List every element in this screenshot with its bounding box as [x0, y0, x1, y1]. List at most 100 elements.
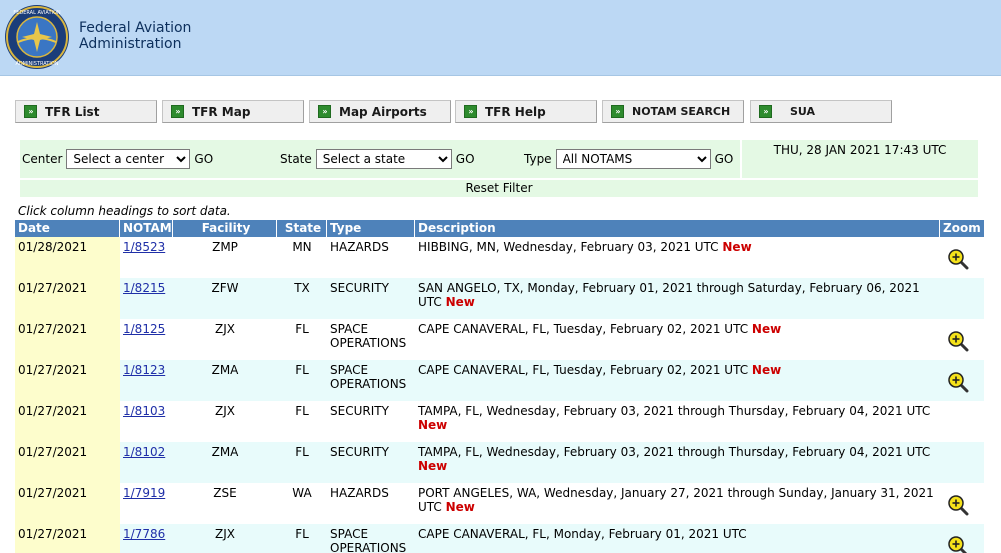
- cell-type: HAZARDS: [327, 237, 415, 278]
- center-go-button[interactable]: GO: [194, 152, 213, 166]
- state-filter: State Select a state GO: [280, 140, 475, 178]
- cell-notam: 1/8215: [120, 278, 173, 319]
- col-notam-header[interactable]: NOTAM: [120, 220, 173, 237]
- cell-description: CAPE CANAVERAL, FL, Monday, February 01,…: [415, 524, 940, 553]
- cell-date: 01/27/2021: [15, 401, 120, 442]
- cell-notam: 1/8523: [120, 237, 173, 278]
- magnifier-plus-icon[interactable]: [944, 532, 968, 553]
- cell-date: 01/27/2021: [15, 483, 120, 524]
- col-type-header[interactable]: Type: [327, 220, 415, 237]
- magnifier-plus-icon[interactable]: [944, 368, 969, 393]
- cell-type: SECURITY: [327, 442, 415, 483]
- tab-tfr-help[interactable]: » TFR Help: [455, 100, 597, 123]
- table-row: 01/27/2021 1/8103 ZJX FL SECURITY TAMPA, FL, …: [15, 401, 984, 442]
- col-date-header[interactable]: Date: [15, 220, 120, 237]
- cell-date: 01/27/2021: [15, 278, 120, 319]
- cell-zoom: [940, 442, 984, 483]
- notam-link[interactable]: 1/7919: [123, 486, 165, 500]
- cell-type: SECURITY: [327, 401, 415, 442]
- new-badge: New: [445, 500, 475, 514]
- notam-table: Date NOTAM Facility State Type Descripti…: [15, 220, 984, 553]
- cell-notam: 1/8123: [120, 360, 173, 401]
- notam-link[interactable]: 1/8123: [123, 363, 165, 377]
- tab-sua[interactable]: » SUA: [750, 100, 892, 123]
- cell-zoom: [940, 483, 984, 524]
- table-body: 01/28/2021 1/8523 ZMP MN HAZARDS HIBBING, MN,…: [15, 237, 984, 553]
- double-arrow-icon: »: [464, 105, 477, 118]
- col-description-header[interactable]: Description: [415, 220, 940, 237]
- faa-seal-icon[interactable]: FEDERAL AVIATION ADMINISTRATION: [4, 4, 70, 70]
- cell-state: FL: [277, 524, 327, 553]
- cell-date: 01/27/2021: [15, 524, 120, 553]
- cell-date: 01/27/2021: [15, 319, 120, 360]
- cell-type: HAZARDS: [327, 483, 415, 524]
- notam-link[interactable]: 1/8102: [123, 445, 165, 459]
- center-filter: Center Select a center GO: [22, 140, 213, 178]
- cell-zoom: [940, 360, 984, 401]
- notam-link[interactable]: 1/8125: [123, 322, 165, 336]
- nav-tabs: » TFR List » TFR Map » Map Airports » TF…: [15, 100, 895, 124]
- new-badge: New: [751, 363, 782, 377]
- notam-link[interactable]: 1/8215: [123, 281, 165, 295]
- double-arrow-icon: »: [24, 105, 37, 118]
- tab-notam-search[interactable]: » NOTAM SEARCH: [602, 100, 744, 123]
- double-arrow-icon: »: [318, 105, 331, 118]
- cell-state: FL: [277, 319, 327, 360]
- col-zoom-header: Zoom: [943, 221, 981, 235]
- center-select[interactable]: Select a center: [66, 149, 191, 169]
- cell-zoom: [940, 524, 984, 553]
- tab-map-airports[interactable]: » Map Airports: [309, 100, 451, 123]
- double-arrow-icon: »: [171, 105, 184, 118]
- center-label: Center: [22, 152, 63, 166]
- cell-date: 01/28/2021: [15, 237, 120, 278]
- cell-date: 01/27/2021: [15, 360, 120, 401]
- cell-state: MN: [277, 237, 327, 278]
- notam-link[interactable]: 1/7786: [123, 527, 165, 541]
- cell-facility: ZMA: [173, 360, 277, 401]
- cell-state: TX: [277, 278, 327, 319]
- cell-notam: 1/8103: [120, 401, 173, 442]
- cell-state: FL: [277, 442, 327, 483]
- notam-link[interactable]: 1/8103: [123, 404, 165, 418]
- reset-filter-button[interactable]: Reset Filter: [20, 178, 978, 197]
- col-state-header[interactable]: State: [277, 220, 327, 237]
- cell-description: CAPE CANAVERAL, FL, Tuesday, February 02…: [415, 319, 940, 360]
- cell-type: SPACE OPERATIONS: [327, 319, 415, 360]
- new-badge: New: [418, 459, 448, 473]
- agency-name-line1: Federal Aviation: [79, 20, 192, 36]
- type-label: Type: [524, 152, 552, 166]
- cell-facility: ZMA: [173, 442, 277, 483]
- type-go-button[interactable]: GO: [715, 152, 734, 166]
- magnifier-plus-icon[interactable]: [944, 491, 969, 516]
- state-select[interactable]: Select a state: [315, 149, 452, 169]
- cell-facility: ZJX: [173, 401, 277, 442]
- cell-type: SPACE OPERATIONS: [327, 524, 415, 553]
- agency-name: Federal Aviation Administration: [79, 20, 191, 52]
- cell-notam: 1/7786: [120, 524, 173, 553]
- type-select[interactable]: All NOTAMS: [555, 149, 711, 169]
- cell-facility: ZFW: [173, 278, 277, 319]
- magnifier-plus-icon[interactable]: [944, 327, 969, 352]
- cell-description: PORT ANGELES, WA, Wednesday, January 27,…: [415, 483, 940, 524]
- cell-description: CAPE CANAVERAL, FL, Tuesday, February 02…: [415, 360, 940, 401]
- new-badge: New: [751, 322, 782, 336]
- cell-state: WA: [277, 483, 327, 524]
- notam-link[interactable]: 1/8523: [123, 240, 165, 254]
- tab-tfr-map[interactable]: » TFR Map: [162, 100, 304, 123]
- new-badge: New: [418, 418, 448, 432]
- state-label: State: [280, 152, 312, 166]
- tab-label: TFR Map: [192, 104, 251, 119]
- col-facility-header[interactable]: Facility: [173, 220, 277, 237]
- table-row: 01/27/2021 1/7786 ZJX FL SPACE OPERATIONS CAP…: [15, 524, 984, 553]
- description-text: TAMPA, FL, Wednesday, February 03, 2021 …: [418, 445, 931, 459]
- cell-zoom: [940, 278, 984, 319]
- magnifier-plus-icon[interactable]: [944, 245, 969, 270]
- table-row: 01/27/2021 1/7919 ZSE WA HAZARDS PORT ANGELES…: [15, 483, 984, 524]
- tab-tfr-list[interactable]: » TFR List: [15, 100, 157, 123]
- tab-label: TFR List: [45, 104, 100, 119]
- cell-notam: 1/8125: [120, 319, 173, 360]
- new-badge: New: [722, 240, 752, 254]
- cell-zoom: [940, 237, 984, 278]
- tab-label: SUA: [790, 105, 816, 118]
- state-go-button[interactable]: GO: [456, 152, 475, 166]
